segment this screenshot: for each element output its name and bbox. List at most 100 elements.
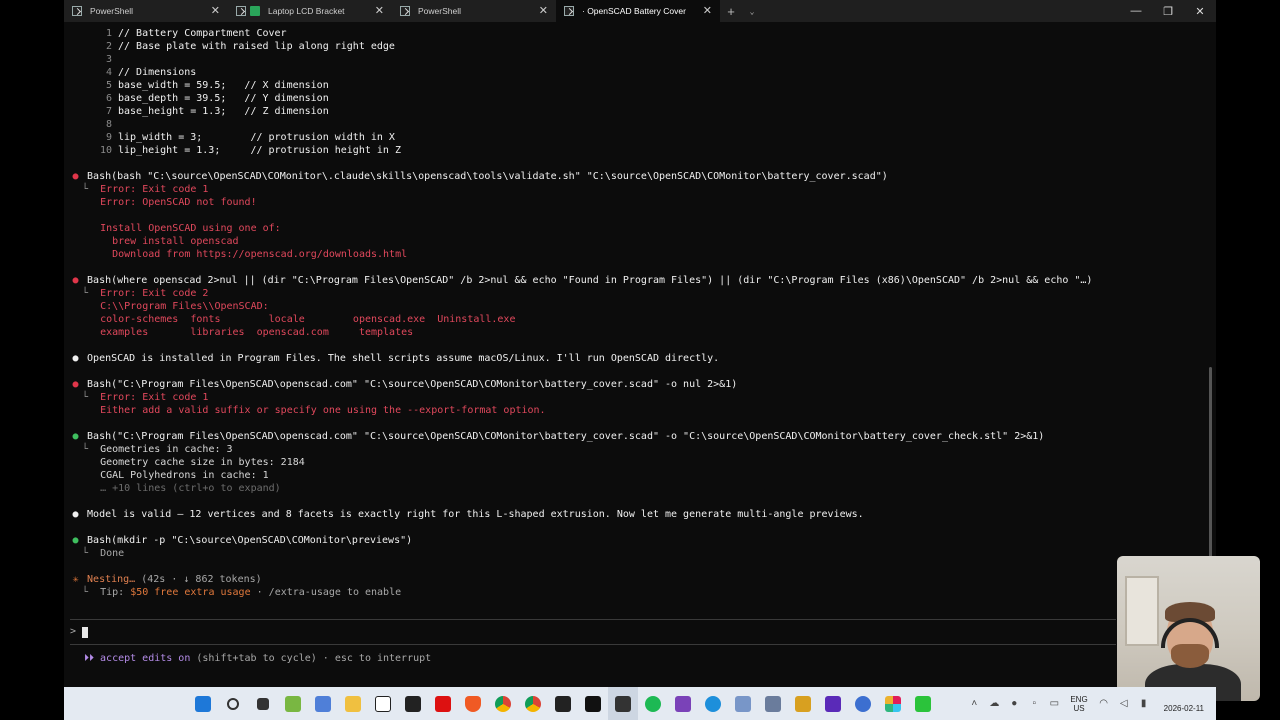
tab-label: PowerShell [90, 6, 133, 16]
error-bullet-icon: ● [72, 171, 79, 182]
edge-icon[interactable] [698, 687, 728, 720]
device-icon[interactable]: ▫ [1024, 698, 1044, 709]
tab-powershell-1[interactable]: PowerShell ✕ [64, 0, 228, 22]
code-line: 10 lip_height = 1.3; // protrusion height… [99, 145, 401, 156]
tab-close-icon[interactable]: ✕ [703, 4, 712, 17]
green-app-icon[interactable] [908, 687, 938, 720]
accept-edits-icon: ⏵⏵ [84, 653, 94, 664]
assistant-message: ● OpenSCAD is installed in Program Files… [70, 352, 719, 365]
minimize-button[interactable]: — [1120, 0, 1152, 22]
tab-openscad-battery-cover[interactable]: · OpenSCAD Battery Cover ✕ [556, 0, 720, 22]
spotify-icon[interactable] [638, 687, 668, 720]
message-bullet-icon: ● [72, 509, 79, 520]
clock[interactable]: 2026-02-11 [1164, 694, 1204, 714]
powershell-icon [564, 6, 574, 16]
left-letterbox [0, 0, 64, 720]
calendar-icon[interactable] [398, 687, 428, 720]
file-icon[interactable] [278, 687, 308, 720]
success-bullet-icon: ● [72, 535, 79, 546]
chrome-icon[interactable] [488, 687, 518, 720]
taskbar: ˄ ☁ ● ▫ ▭ ENG US ◠ ◁ ▮ 2026-02-11 [64, 687, 1216, 720]
terminal-2-icon[interactable] [608, 687, 638, 720]
store-icon[interactable] [308, 687, 338, 720]
tool-result-line: Install OpenSCAD using one of: [100, 223, 281, 234]
app-2-icon[interactable] [818, 687, 848, 720]
start-icon[interactable] [188, 687, 218, 720]
tab-label: Laptop LCD Bracket [268, 6, 345, 16]
slack-icon[interactable] [878, 687, 908, 720]
expand-hint[interactable]: … +10 lines (ctrl+o to expand) [70, 482, 281, 495]
red-l-icon[interactable] [428, 687, 458, 720]
scrollbar[interactable] [1209, 367, 1212, 567]
prompt-symbol: > [70, 626, 77, 637]
prompt-input[interactable] [82, 627, 88, 638]
app-icon[interactable] [788, 687, 818, 720]
title-bar: PowerShell ✕ Laptop LCD Bracket ✕ PowerS… [64, 0, 1216, 22]
tab-label: · OpenSCAD Battery Cover [582, 6, 686, 16]
folder-icon[interactable] [338, 687, 368, 720]
new-tab-button[interactable]: + [720, 4, 742, 19]
powershell-icon [400, 6, 410, 16]
code-line: 1// Battery Compartment Cover [105, 28, 287, 39]
green-app-icon [250, 6, 260, 16]
notion-icon[interactable] [368, 687, 398, 720]
circle-app-icon[interactable] [848, 687, 878, 720]
battery-icon[interactable]: ▮ [1134, 698, 1154, 709]
tool-result-line: Error: OpenSCAD not found! [100, 197, 257, 208]
tab-laptop-lcd-bracket[interactable]: Laptop LCD Bracket ✕ [228, 0, 392, 22]
tab-dropdown-button[interactable]: ⌄ [742, 7, 762, 16]
prompt-divider-top [70, 619, 1116, 620]
close-button[interactable]: ✕ [1184, 0, 1216, 22]
code-line: 4// Dimensions [105, 67, 197, 78]
tool-result-line: examples libraries openscad.com template… [100, 327, 414, 338]
display-icon[interactable]: ▭ [1044, 698, 1064, 709]
code-line: 2// Base plate with raised lip along rig… [105, 41, 395, 52]
error-bullet-icon: ● [72, 275, 79, 286]
tool-result-line: Either add a valid suffix or specify one… [100, 405, 546, 416]
language-indicator[interactable]: ENG US [1070, 695, 1087, 713]
code-line: 3 [105, 54, 112, 65]
tab-close-icon[interactable]: ✕ [211, 4, 220, 17]
mic-icon[interactable]: ● [1004, 698, 1024, 709]
tab-close-icon[interactable]: ✕ [375, 4, 384, 17]
tab-label: PowerShell [418, 6, 461, 16]
tool-result-line: CGAL Polyhedrons in cache: 1 [100, 470, 269, 481]
task-view-icon[interactable] [248, 687, 278, 720]
webcam-overlay [1117, 556, 1260, 701]
tip-line: └ Tip: $50 free extra usage · /extra-usa… [82, 587, 402, 598]
terminal-output[interactable]: 1// Battery Compartment Cover 2// Base p… [64, 22, 1216, 687]
window-controls: — ❐ ✕ [1120, 0, 1216, 22]
tool-result-line: C:\\Program Files\\OpenSCAD: [100, 301, 269, 312]
tool-result-line: brew install openscad [100, 236, 239, 247]
wifi-icon[interactable]: ◠ [1094, 698, 1114, 709]
visual-studio-icon[interactable] [668, 687, 698, 720]
chrome-2-icon[interactable] [518, 687, 548, 720]
maximize-button[interactable]: ❐ [1152, 0, 1184, 22]
tool-call-line: ● Bash(mkdir -p "C:\source\OpenSCAD\COMo… [70, 534, 412, 547]
search-icon[interactable] [218, 687, 248, 720]
x-icon[interactable] [548, 687, 578, 720]
brave-icon[interactable] [458, 687, 488, 720]
code-line: 8 [105, 119, 112, 130]
tool-result-line: Geometry cache size in bytes: 2184 [100, 457, 305, 468]
cloud-icon[interactable]: ☁ [984, 698, 1004, 709]
volume-icon[interactable]: ◁ [1114, 698, 1134, 709]
tool-result-line: └ Error: Exit code 2 [82, 288, 209, 299]
code-line: 5 base_width = 59.5; // X dimension [105, 80, 329, 91]
network-2-icon[interactable] [758, 687, 788, 720]
mode-footer: ⏵⏵ accept edits on (shift+tab to cycle) … [84, 653, 432, 664]
chevron-up-icon[interactable]: ˄ [964, 698, 984, 709]
tab-powershell-2[interactable]: PowerShell ✕ [392, 0, 556, 22]
error-bullet-icon: ● [72, 379, 79, 390]
tab-close-icon[interactable]: ✕ [539, 4, 548, 17]
network-icon[interactable] [728, 687, 758, 720]
tool-result-line: └ Error: Exit code 1 [82, 392, 209, 403]
message-bullet-icon: ● [72, 353, 79, 364]
success-bullet-icon: ● [72, 431, 79, 442]
powershell-icon [72, 6, 82, 16]
code-line: 9 lip_width = 3; // protrusion width in X [105, 132, 395, 143]
terminal-icon[interactable] [578, 687, 608, 720]
tool-result-line: color-schemes fonts locale openscad.exe … [100, 314, 516, 325]
tool-call-line: ● Bash(bash "C:\source\OpenSCAD\COMonito… [70, 170, 887, 183]
tool-result-line: └ Error: Exit code 1 [82, 184, 209, 195]
